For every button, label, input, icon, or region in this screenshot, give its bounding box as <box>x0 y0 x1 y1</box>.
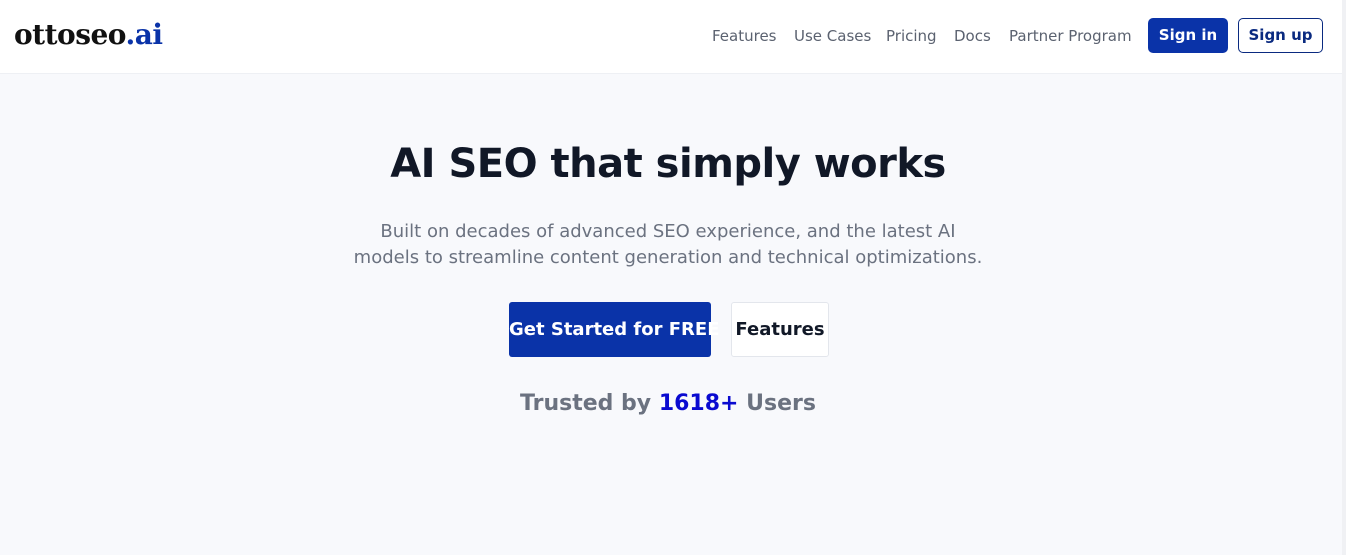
trusted-prefix: Trusted by <box>520 391 652 416</box>
hero-subtitle-line-1: Built on decades of advanced SEO experie… <box>380 221 956 242</box>
nav-pricing[interactable]: Pricing <box>886 26 937 46</box>
landing-page: ottoseo.ai Features Use Cases Pricing Do… <box>0 0 1346 555</box>
hero-subtitle: Built on decades of advanced SEO experie… <box>343 219 993 271</box>
nav-partner-program[interactable]: Partner Program <box>1009 26 1132 46</box>
trusted-by-text: Trusted by 1618+ Users <box>0 388 1336 420</box>
hero-subtitle-line-2: models to streamline content generation … <box>353 247 983 268</box>
nav-docs[interactable]: Docs <box>954 26 991 46</box>
features-button[interactable]: Features <box>731 302 829 357</box>
logo-name: ottoseo <box>14 18 126 51</box>
logo[interactable]: ottoseo.ai <box>14 18 163 52</box>
sign-up-button[interactable]: Sign up <box>1238 18 1323 53</box>
nav-features[interactable]: Features <box>712 26 777 46</box>
hero-title: AI SEO that simply works <box>390 141 946 187</box>
sign-in-button[interactable]: Sign in <box>1148 18 1228 53</box>
top-header: ottoseo.ai Features Use Cases Pricing Do… <box>0 0 1346 74</box>
trusted-suffix: Users <box>746 391 816 416</box>
logo-suffix: .ai <box>125 18 163 51</box>
user-count: 1618+ <box>658 391 739 416</box>
nav-use-cases[interactable]: Use Cases <box>794 26 871 46</box>
get-started-button[interactable]: Get Started for FREE <box>509 302 720 357</box>
page-scrollbar[interactable] <box>1342 0 1346 555</box>
